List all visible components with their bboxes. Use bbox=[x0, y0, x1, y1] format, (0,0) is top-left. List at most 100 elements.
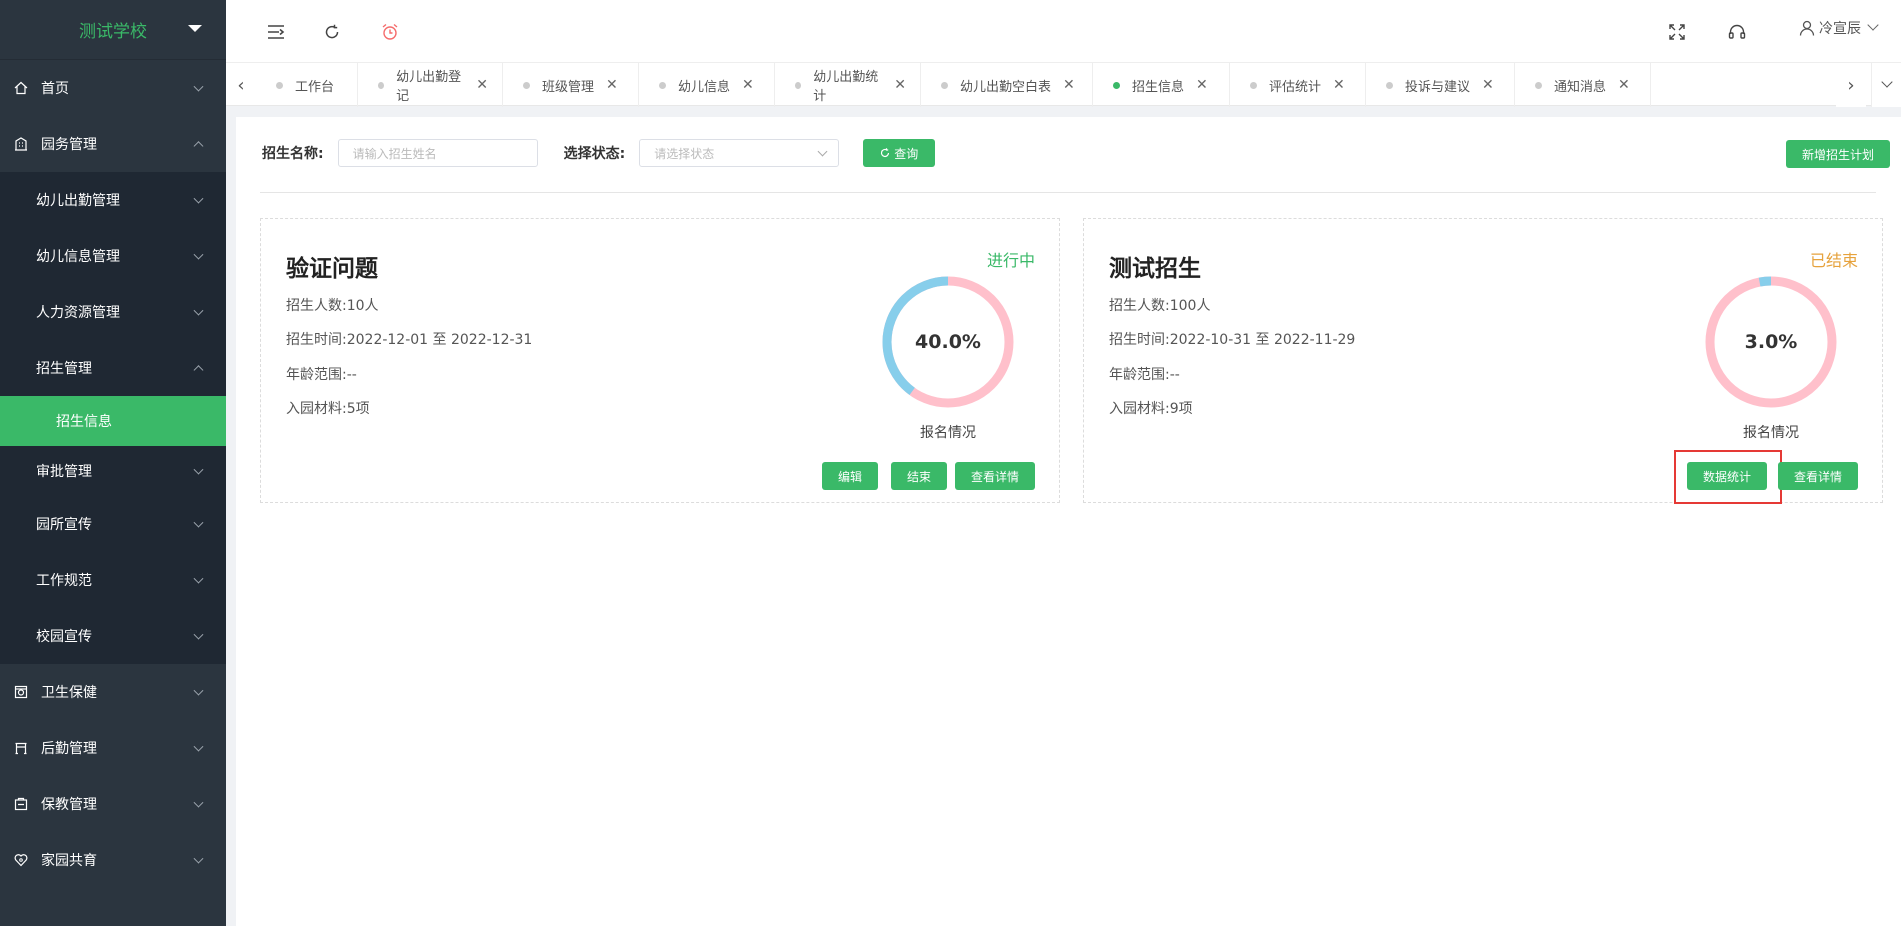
tab-attendance-blank-form[interactable]: 幼儿出勤空白表 ✕ bbox=[921, 63, 1093, 107]
user-menu[interactable]: 冷宣辰 bbox=[1799, 18, 1879, 38]
chevron-down-icon bbox=[193, 573, 204, 584]
tab-status-dot bbox=[1386, 81, 1393, 89]
close-icon[interactable]: ✕ bbox=[1618, 77, 1630, 93]
chevron-down-icon bbox=[193, 853, 204, 864]
headset-icon[interactable] bbox=[1727, 22, 1747, 42]
chevron-down-icon bbox=[193, 464, 204, 475]
close-icon[interactable]: ✕ bbox=[476, 77, 488, 93]
home-icon bbox=[13, 80, 29, 96]
highlight-box bbox=[1674, 450, 1782, 504]
sidebar-item-home[interactable]: 首页 bbox=[0, 60, 226, 116]
tab-notifications[interactable]: 通知消息 ✕ bbox=[1515, 63, 1651, 107]
alarm-clock-icon[interactable] bbox=[380, 22, 400, 42]
tab-child-info[interactable]: 幼儿信息 ✕ bbox=[639, 63, 775, 107]
enrollment-name-input[interactable]: 请输入招生姓名 bbox=[337, 139, 538, 167]
enrollment-count: 招生人数:100人 bbox=[1109, 298, 1211, 314]
filter-bar: 招生名称: 请输入招生姓名 选择状态: 请选择状态 查询 bbox=[262, 139, 936, 167]
status-filter-label: 选择状态: bbox=[563, 146, 626, 162]
tab-complaints[interactable]: 投诉与建议 ✕ bbox=[1366, 63, 1515, 107]
tab-scroll-left-icon[interactable]: ‹ bbox=[226, 63, 256, 107]
sidebar-item-campus-promotion[interactable]: 校园宣传 bbox=[0, 608, 226, 664]
menu-collapse-icon[interactable] bbox=[266, 22, 286, 42]
tab-label: 幼儿出勤空白表 bbox=[960, 79, 1052, 95]
tab-status-dot bbox=[1113, 81, 1120, 89]
chevron-down-icon bbox=[193, 517, 204, 528]
button-label: 查询 bbox=[894, 146, 919, 161]
tab-class-management[interactable]: 班级管理 ✕ bbox=[503, 63, 639, 107]
sidebar-item-label: 审批管理 bbox=[36, 464, 92, 480]
tab-status-dot bbox=[1535, 81, 1542, 89]
sidebar-item-promotion[interactable]: 园所宣传 bbox=[0, 496, 226, 552]
enrollment-count: 招生人数:10人 bbox=[286, 298, 379, 314]
education-icon bbox=[13, 796, 29, 812]
tab-evaluation-stats[interactable]: 评估统计 ✕ bbox=[1230, 63, 1366, 107]
refresh-icon[interactable] bbox=[322, 22, 342, 42]
view-details-button[interactable]: 查看详情 bbox=[955, 462, 1035, 490]
close-icon[interactable]: ✕ bbox=[606, 77, 618, 93]
sidebar-item-label: 幼儿出勤管理 bbox=[36, 193, 120, 209]
query-button[interactable]: 查询 bbox=[863, 139, 936, 167]
button-label: 查看详情 bbox=[1793, 469, 1842, 484]
school-selector[interactable]: 测试学校 bbox=[0, 0, 226, 60]
tab-status-dot bbox=[276, 81, 283, 89]
close-icon[interactable]: ✕ bbox=[1063, 77, 1075, 93]
progress-value: 40.0% bbox=[915, 331, 981, 353]
logistics-icon bbox=[13, 740, 29, 756]
tab-label: 招生信息 bbox=[1132, 79, 1185, 95]
input-placeholder: 请输入招生姓名 bbox=[352, 146, 437, 161]
sidebar-item-attendance[interactable]: 幼儿出勤管理 bbox=[0, 172, 226, 228]
tab-status-dot bbox=[523, 81, 530, 89]
card-title: 测试招生 bbox=[1109, 256, 1201, 282]
tab-scroll-right-icon[interactable]: › bbox=[1836, 63, 1866, 107]
chevron-down-icon bbox=[193, 193, 204, 204]
button-label: 新增招生计划 bbox=[1801, 147, 1874, 162]
building-icon bbox=[13, 136, 29, 152]
sidebar-item-campus-management[interactable]: 园务管理 bbox=[0, 116, 226, 172]
close-icon[interactable]: ✕ bbox=[1482, 77, 1494, 93]
tab-label: 评估统计 bbox=[1269, 79, 1322, 95]
tab-attendance-stats[interactable]: 幼儿出勤统计 ✕ bbox=[775, 63, 921, 107]
chevron-down-icon bbox=[193, 741, 204, 752]
status-badge: 已结束 bbox=[1809, 251, 1858, 270]
refresh-icon bbox=[880, 148, 890, 158]
sidebar-item-approval[interactable]: 审批管理 bbox=[0, 446, 226, 496]
sidebar-item-health[interactable]: 卫生保健 bbox=[0, 664, 226, 720]
progress-caption: 报名情况 bbox=[920, 425, 976, 441]
tab-attendance-register[interactable]: 幼儿出勤登记 ✕ bbox=[358, 63, 503, 107]
sidebar-item-enrollment[interactable]: 招生管理 bbox=[0, 340, 226, 396]
tab-dashboard[interactable]: 工作台 bbox=[256, 63, 358, 107]
button-label: 查看详情 bbox=[970, 469, 1019, 484]
tab-list: 工作台 幼儿出勤登记 ✕ 班级管理 ✕ 幼儿信息 ✕ 幼儿出勤统计 ✕ 幼儿出勤… bbox=[256, 63, 1651, 107]
health-icon bbox=[13, 684, 29, 700]
end-button[interactable]: 结束 bbox=[891, 462, 947, 490]
tab-status-dot bbox=[1250, 81, 1257, 89]
tab-dropdown-icon[interactable] bbox=[1871, 63, 1901, 107]
close-icon[interactable]: ✕ bbox=[1196, 77, 1208, 93]
sidebar-item-label: 保教管理 bbox=[41, 797, 97, 813]
close-icon[interactable]: ✕ bbox=[742, 77, 754, 93]
sidebar-item-logistics[interactable]: 后勤管理 bbox=[0, 720, 226, 776]
close-icon[interactable]: ✕ bbox=[1333, 77, 1345, 93]
sidebar-item-hr[interactable]: 人力资源管理 bbox=[0, 284, 226, 340]
fullscreen-icon[interactable] bbox=[1667, 22, 1687, 42]
name-filter-label: 招生名称: bbox=[262, 146, 324, 162]
chevron-down-icon bbox=[193, 81, 204, 92]
sidebar-item-education[interactable]: 保教管理 bbox=[0, 776, 226, 832]
top-bar: 冷宣辰 bbox=[226, 0, 1901, 62]
sidebar-item-enrollment-info[interactable]: 招生信息 bbox=[0, 396, 226, 446]
sidebar-item-child-info[interactable]: 幼儿信息管理 bbox=[0, 228, 226, 284]
status-select[interactable]: 请选择状态 bbox=[639, 139, 840, 167]
tab-enrollment-info[interactable]: 招生信息 ✕ bbox=[1093, 63, 1230, 107]
edit-button[interactable]: 编辑 bbox=[822, 462, 878, 490]
view-details-button[interactable]: 查看详情 bbox=[1778, 462, 1858, 490]
sidebar-item-work-rules[interactable]: 工作规范 bbox=[0, 552, 226, 608]
add-enrollment-plan-button[interactable]: 新增招生计划 bbox=[1786, 140, 1890, 168]
chevron-down-icon bbox=[193, 629, 204, 640]
chevron-down-icon bbox=[817, 146, 828, 157]
tab-label: 班级管理 bbox=[542, 79, 595, 95]
close-icon[interactable]: ✕ bbox=[894, 77, 906, 93]
sidebar-item-label: 首页 bbox=[41, 81, 69, 97]
age-range: 年龄范围:-- bbox=[1109, 367, 1180, 383]
sidebar-item-family[interactable]: 家园共育 bbox=[0, 832, 226, 888]
sidebar-item-label: 园所宣传 bbox=[36, 517, 92, 533]
